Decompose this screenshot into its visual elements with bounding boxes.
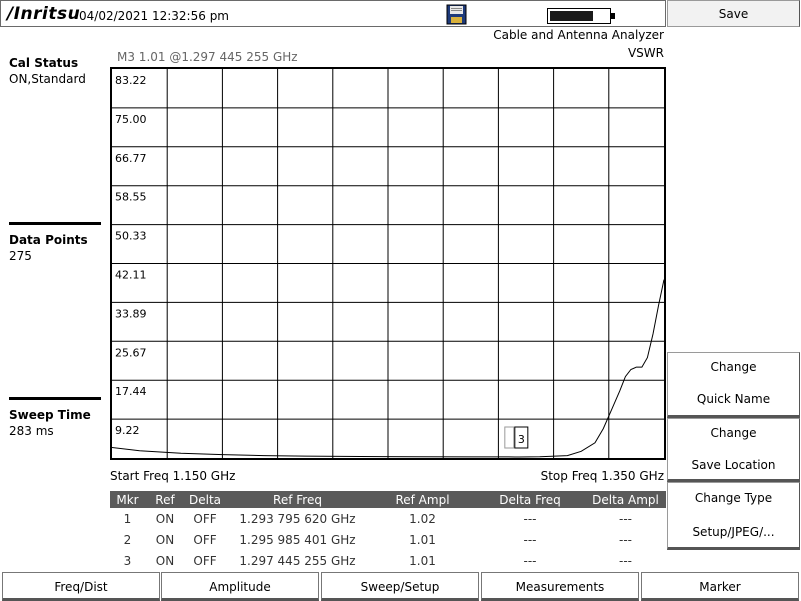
mkr-cell: 2 [123, 532, 132, 547]
button-label-line1: Change [710, 426, 757, 440]
sweep-time-title: Sweep Time [9, 408, 91, 422]
delta-ampl-cell: --- [619, 553, 632, 568]
amplitude-button[interactable]: Amplitude [161, 572, 319, 601]
marker-flag [504, 426, 515, 449]
col-ref-freq: Ref Freq [273, 492, 322, 507]
sweep-time-value: 283 ms [9, 424, 54, 438]
data-points-value: 275 [9, 249, 32, 263]
y-tick-label: 9.22 [115, 424, 140, 437]
delta-ampl-cell: --- [619, 511, 632, 526]
sweep-time-block: Sweep Time 283 ms [9, 397, 101, 438]
col-mkr: Mkr [116, 492, 139, 507]
freq-dist-button[interactable]: Freq/Dist [2, 572, 160, 601]
datetime: 04/02/2021 12:32:56 pm [79, 9, 229, 23]
delta-freq-cell: --- [523, 511, 537, 526]
save-title-label: Save [718, 7, 749, 21]
delta-ampl-cell: --- [619, 532, 632, 547]
y-tick-label: 17.44 [115, 385, 147, 398]
change-save-location-button[interactable]: Change Save Location [667, 418, 800, 482]
col-delta: Delta [188, 492, 221, 507]
delta-cell: OFF [193, 511, 217, 526]
change-quick-name-button[interactable]: Change Quick Name [667, 352, 800, 418]
marker-table: Mkr Ref Delta Ref Freq Ref Ampl Delta Fr… [110, 491, 666, 571]
y-tick-label: 75.00 [115, 113, 147, 126]
save-menu-title: Save [667, 0, 800, 27]
button-label-line1: Change Type [694, 491, 773, 505]
cal-status-value: ON,Standard [9, 72, 86, 86]
button-label-line2: Save Location [691, 458, 776, 472]
change-type-button[interactable]: Change Type Setup/JPEG/... [667, 482, 800, 550]
y-tick-label: 33.89 [115, 307, 147, 320]
ref-ampl-cell: 1.01 [409, 553, 436, 568]
col-ref: Ref [155, 492, 175, 507]
measurement-type: VSWR [627, 46, 664, 60]
marker-3-label: 3 [518, 433, 525, 446]
save-disk-icon [446, 4, 467, 25]
y-tick-label: 58.55 [115, 191, 147, 204]
ref-freq-cell: 1.295 985 401 GHz [239, 532, 356, 547]
sweep-setup-button[interactable]: Sweep/Setup [321, 572, 479, 601]
table-row: 1 ON OFF 1.293 795 620 GHz 1.02 --- --- [110, 508, 666, 529]
y-tick-label: 66.77 [115, 152, 147, 165]
ref-cell: ON [155, 532, 175, 547]
marker-table-header: Mkr Ref Delta Ref Freq Ref Ampl Delta Fr… [110, 491, 666, 508]
ref-ampl-cell: 1.02 [409, 511, 436, 526]
cal-status-block: Cal Status ON,Standard [9, 56, 101, 86]
marker-readout: M3 1.01 @1.297 445 255 GHz [117, 50, 298, 64]
ref-cell: ON [155, 511, 175, 526]
brand-logo: /Inritsu [7, 4, 81, 24]
mkr-cell: 3 [123, 553, 132, 568]
status-bar: /Inritsu 04/02/2021 12:32:56 pm [0, 0, 666, 27]
measurements-button[interactable]: Measurements [481, 572, 639, 601]
button-label-line2: Setup/JPEG/... [692, 525, 775, 539]
ref-ampl-cell: 1.01 [409, 532, 436, 547]
y-tick-label: 50.33 [115, 230, 147, 243]
col-delta-ampl: Delta Ampl [592, 492, 659, 507]
start-freq-label: Start Freq 1.150 GHz [110, 469, 236, 483]
data-points-block: Data Points 275 [9, 222, 101, 263]
delta-cell: OFF [193, 553, 217, 568]
ref-freq-cell: 1.297 445 255 GHz [239, 553, 356, 568]
col-ref-ampl: Ref Ampl [395, 492, 450, 507]
ref-cell: ON [155, 553, 175, 568]
delta-freq-cell: --- [523, 553, 537, 568]
button-label-line1: Change [710, 360, 757, 374]
section-divider [9, 222, 101, 225]
section-divider [9, 397, 101, 400]
table-row: 2 ON OFF 1.295 985 401 GHz 1.01 --- --- [110, 529, 666, 550]
plot-area: 83.22 75.00 66.77 58.55 50.33 42.11 33.89 25.67… [112, 69, 664, 458]
marker-button[interactable]: Marker [641, 572, 799, 601]
battery-icon [547, 8, 615, 24]
stop-freq-label: Stop Freq 1.350 GHz [540, 469, 664, 483]
y-tick-label: 83.22 [115, 74, 147, 87]
data-points-title: Data Points [9, 233, 88, 247]
cal-status-title: Cal Status [9, 56, 79, 70]
delta-cell: OFF [193, 532, 217, 547]
button-label-line2: Quick Name [696, 392, 771, 406]
vswr-graph[interactable]: 83.22 75.00 66.77 58.55 50.33 42.11 33.89 25.67… [110, 67, 666, 460]
table-row: 3 ON OFF 1.297 445 255 GHz 1.01 --- --- [110, 550, 666, 571]
ref-freq-cell: 1.293 795 620 GHz [239, 511, 356, 526]
y-tick-label: 42.11 [115, 269, 147, 282]
mkr-cell: 1 [123, 511, 132, 526]
y-tick-label: 25.67 [115, 346, 147, 359]
delta-freq-cell: --- [523, 532, 537, 547]
analyzer-title: Cable and Antenna Analyzer [493, 28, 664, 42]
col-delta-freq: Delta Freq [499, 492, 561, 507]
